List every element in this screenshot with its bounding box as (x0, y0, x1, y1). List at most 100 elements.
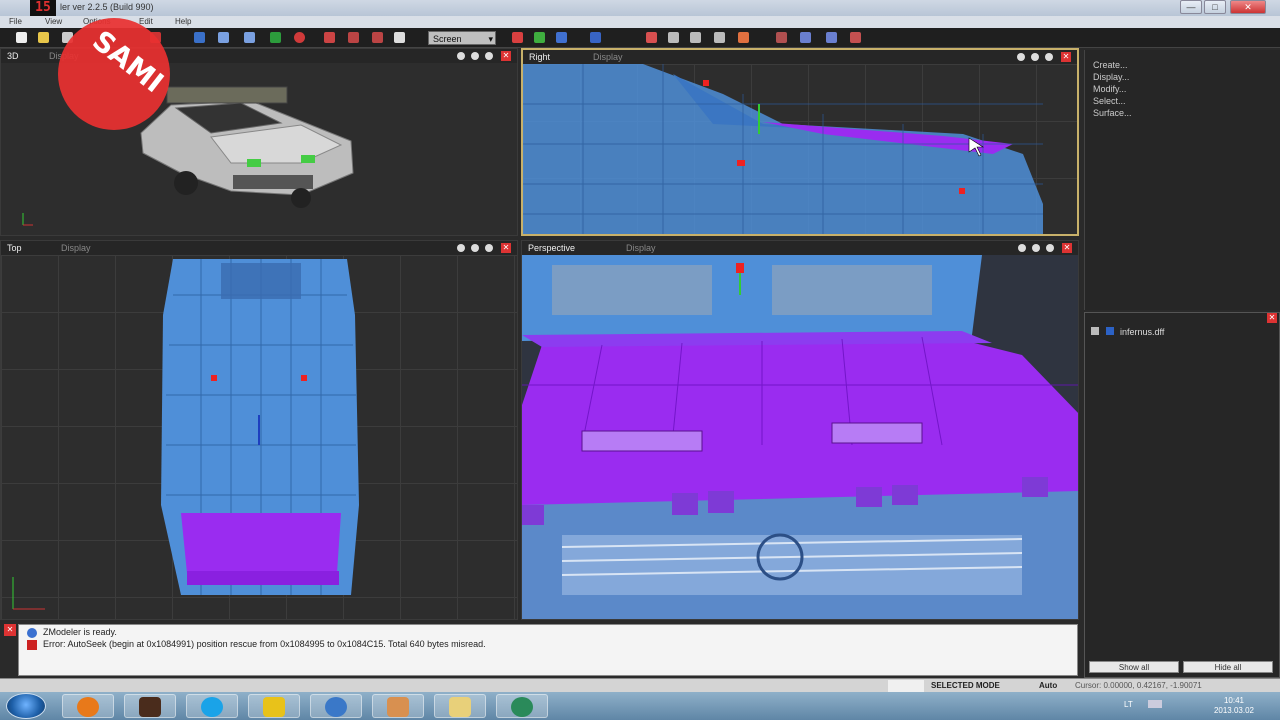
tree-item-file[interactable]: infernus.dff (1091, 327, 1164, 337)
viewport-perspective[interactable]: Perspective Display ✕ (521, 240, 1079, 620)
status-blank (888, 680, 924, 692)
command-create[interactable]: Create... (1093, 60, 1128, 70)
cursor-icon[interactable] (348, 32, 359, 43)
viewport-name[interactable]: 3D (7, 51, 19, 61)
open-folder-icon[interactable] (38, 32, 49, 43)
magnet-icon[interactable] (324, 32, 335, 43)
selection-mode[interactable]: SELECTED MODE (928, 680, 1003, 692)
viewport-zoom-icon[interactable] (457, 52, 465, 60)
folder-icon (449, 697, 471, 717)
axis-y-icon[interactable] (534, 32, 545, 43)
menu-file[interactable]: File (6, 16, 25, 28)
status-bar: SELECTED MODE Auto Cursor: 0.00000, 0.42… (0, 678, 1280, 692)
info-icon (27, 628, 37, 638)
group-mode-icon[interactable] (738, 32, 749, 43)
taskbar-network[interactable] (310, 694, 362, 718)
maximize-button[interactable]: □ (1204, 0, 1226, 14)
viewport-rotate-icon[interactable] (1046, 244, 1054, 252)
mirror-icon[interactable] (372, 32, 383, 43)
scale-icon[interactable] (270, 32, 281, 43)
viewport-pan-icon[interactable] (471, 52, 479, 60)
taskbar-explorer[interactable] (434, 694, 486, 718)
keyboard-icon[interactable] (1148, 700, 1162, 708)
viewport-rotate-icon[interactable] (485, 52, 493, 60)
dummy-icon[interactable] (850, 32, 861, 43)
viewport-display-menu[interactable]: Display (626, 243, 656, 253)
viewport-pan-icon[interactable] (1031, 53, 1039, 61)
hide-all-button[interactable]: Hide all (1183, 661, 1273, 673)
menu-help[interactable]: Help (172, 16, 194, 28)
viewport-display-menu[interactable]: Display (61, 243, 91, 253)
hierarchy-icon[interactable] (776, 32, 787, 43)
firefox-icon (77, 697, 99, 717)
viewport-top-header: Top Display ✕ (1, 241, 517, 255)
taskbar-app3[interactable] (496, 694, 548, 718)
tree-item-label: infernus.dff (1120, 327, 1165, 337)
taskbar-zmodeler[interactable] (248, 694, 300, 718)
command-modify[interactable]: Modify... (1093, 84, 1126, 94)
taskbar-skype[interactable] (186, 694, 238, 718)
auto-mode[interactable]: Auto (1036, 680, 1060, 692)
viewport-maximize-icon[interactable]: ✕ (501, 51, 511, 61)
new-file-icon[interactable] (16, 32, 27, 43)
viewport-zoom-icon[interactable] (457, 244, 465, 252)
menu-bar: File View Options Edit Help (0, 16, 1280, 28)
coordinate-system-value: Screen (433, 34, 462, 44)
object-mode-icon[interactable] (714, 32, 725, 43)
axis-z-icon[interactable] (556, 32, 567, 43)
menu-view[interactable]: View (42, 16, 65, 28)
edge-mode-icon[interactable] (668, 32, 679, 43)
visibility-checkbox[interactable] (1105, 327, 1114, 335)
close-button[interactable]: ✕ (1230, 0, 1266, 14)
perspective-wireframe (522, 255, 1078, 619)
right-wireframe (523, 64, 1043, 234)
window-title: ler ver 2.2.5 (Build 990) (60, 2, 154, 12)
unlink-icon[interactable] (826, 32, 837, 43)
taskbar-firefox[interactable] (62, 694, 114, 718)
face-mode-icon[interactable] (690, 32, 701, 43)
viewport-right[interactable]: Right Display ✕ (521, 48, 1079, 236)
viewport-top[interactable]: Top Display ✕ (0, 240, 518, 620)
command-surface[interactable]: Surface... (1093, 108, 1132, 118)
viewport-rotate-icon[interactable] (485, 244, 493, 252)
move-icon[interactable] (218, 32, 229, 43)
coordinate-system-select[interactable]: Screen ▾ (428, 31, 496, 45)
viewport-maximize-icon[interactable]: ✕ (1062, 243, 1072, 253)
viewport-pan-icon[interactable] (471, 244, 479, 252)
vertex-mode-icon[interactable] (646, 32, 657, 43)
skype-icon (201, 697, 223, 717)
viewport-name[interactable]: Perspective (528, 243, 575, 253)
viewport-zoom-icon[interactable] (1018, 244, 1026, 252)
image-icon[interactable] (394, 32, 405, 43)
taskbar-app2[interactable] (372, 694, 424, 718)
panel-close-icon[interactable]: ✕ (1267, 313, 1277, 323)
log-close-icon[interactable]: ✕ (4, 624, 16, 636)
viewport-name[interactable]: Right (529, 52, 550, 62)
taskbar-app[interactable] (124, 694, 176, 718)
link-icon[interactable] (800, 32, 811, 43)
game-icon (139, 697, 161, 717)
app-icon (511, 697, 533, 717)
select-icon[interactable] (194, 32, 205, 43)
axis-x-icon[interactable] (512, 32, 523, 43)
light-icon[interactable] (590, 32, 601, 43)
toolbar: Screen ▾ (0, 28, 1280, 48)
show-all-button[interactable]: Show all (1089, 661, 1179, 673)
viewport-display-menu[interactable]: Display (593, 52, 623, 62)
clock[interactable]: 10:41 2013.03.02 (1214, 696, 1254, 716)
expand-icon[interactable] (1091, 327, 1099, 335)
viewport-zoom-icon[interactable] (1017, 53, 1025, 61)
command-panel: Create... Display... Modify... Select...… (1084, 50, 1280, 310)
minimize-button[interactable]: — (1180, 0, 1202, 14)
rotate-icon[interactable] (244, 32, 255, 43)
viewport-maximize-icon[interactable]: ✕ (501, 243, 511, 253)
command-select[interactable]: Select... (1093, 96, 1126, 106)
viewport-name[interactable]: Top (7, 243, 22, 253)
language-indicator[interactable]: LT (1124, 700, 1133, 709)
command-display[interactable]: Display... (1093, 72, 1129, 82)
start-button[interactable] (6, 693, 46, 719)
viewport-maximize-icon[interactable]: ✕ (1061, 52, 1071, 62)
viewport-pan-icon[interactable] (1032, 244, 1040, 252)
viewport-rotate-icon[interactable] (1045, 53, 1053, 61)
sphere-icon[interactable] (294, 32, 305, 43)
